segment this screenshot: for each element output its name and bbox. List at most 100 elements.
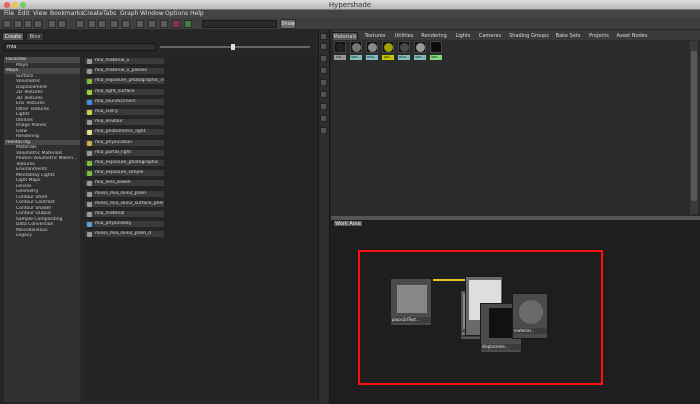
node-type-icon bbox=[87, 181, 92, 187]
menu-window[interactable]: Window bbox=[140, 10, 164, 18]
menu-graph[interactable]: Graph bbox=[120, 10, 138, 18]
material-swatch[interactable] bbox=[366, 41, 378, 53]
node-item[interactable]: mia_portal_light bbox=[84, 148, 165, 157]
graph-tool-button[interactable] bbox=[76, 20, 84, 28]
tree-item[interactable]: Legacy bbox=[4, 233, 80, 239]
clear-graph-button[interactable] bbox=[136, 20, 144, 28]
node-item[interactable]: mia_exposure_simple bbox=[84, 169, 165, 178]
material-swatch[interactable] bbox=[334, 41, 346, 53]
layout-split-button[interactable] bbox=[24, 20, 32, 28]
pin-icon[interactable] bbox=[320, 115, 327, 122]
swatch-label: cla... bbox=[334, 55, 346, 60]
node-item[interactable]: misss_mia_skin2_phen_d bbox=[84, 230, 165, 239]
node-item[interactable]: mia_material_x_passes bbox=[84, 67, 165, 76]
graph-icon[interactable] bbox=[320, 79, 327, 86]
list-view-button[interactable] bbox=[58, 20, 66, 28]
node-item[interactable]: mia_lens_bokeh bbox=[84, 179, 165, 188]
output-connections-button[interactable] bbox=[160, 20, 168, 28]
menu-view[interactable]: View bbox=[33, 10, 47, 18]
material-swatch[interactable] bbox=[414, 41, 426, 53]
tab-textures[interactable]: Textures bbox=[360, 32, 390, 40]
node-type-icon bbox=[87, 110, 92, 115]
layout-stack-button[interactable] bbox=[34, 20, 42, 28]
node-filter-input[interactable]: mia bbox=[4, 43, 156, 51]
node-label: mia_roundcorners bbox=[95, 98, 136, 104]
node-item[interactable]: mia_roundcorners bbox=[84, 97, 165, 106]
sort-icon[interactable] bbox=[320, 33, 327, 40]
menu-options[interactable]: Options bbox=[165, 10, 188, 18]
frame-icon[interactable] bbox=[320, 127, 327, 134]
panel-splitter[interactable] bbox=[318, 30, 330, 404]
tab-rendering[interactable]: Rendering bbox=[418, 32, 450, 40]
window-title: Hypershade bbox=[328, 1, 372, 9]
layout-single-button[interactable] bbox=[14, 20, 22, 28]
node-item[interactable]: mia_light_surface bbox=[84, 87, 165, 96]
tab-asset-nodes[interactable]: Asset Nodes bbox=[615, 32, 649, 40]
material-swatch[interactable] bbox=[430, 41, 442, 53]
menu-file[interactable]: File bbox=[4, 10, 14, 18]
node-item[interactable]: mia_material bbox=[84, 210, 165, 218]
node-item[interactable]: mia_physicalsun bbox=[84, 138, 165, 147]
swatch-icon[interactable] bbox=[320, 103, 327, 110]
node-label: mia_material_x_passes bbox=[95, 68, 148, 74]
tab-projects[interactable]: Projects bbox=[584, 32, 614, 40]
tab-shading-groups[interactable]: Shading Groups bbox=[506, 32, 552, 40]
node-label: mia_material bbox=[95, 211, 125, 216]
node-item[interactable]: misss_mia_skin2_surface_phen bbox=[84, 199, 165, 208]
menu-create[interactable]: Create bbox=[83, 10, 103, 18]
tab-bake-sets[interactable]: Bake Sets bbox=[553, 32, 583, 40]
view-icon[interactable] bbox=[320, 43, 327, 50]
node-item[interactable]: mia_exposure_photographic bbox=[84, 159, 165, 167]
tab-bins[interactable]: Bins bbox=[26, 32, 44, 40]
tab-materials[interactable]: Materials bbox=[332, 32, 358, 40]
node-item[interactable]: mia_envblur bbox=[84, 118, 165, 127]
icon-size-slider[interactable] bbox=[160, 46, 310, 48]
node-label: mia_exposure_photographic bbox=[95, 160, 159, 165]
scrollbar-thumb[interactable] bbox=[691, 51, 697, 201]
node-type-icon bbox=[87, 150, 92, 156]
node-item[interactable]: mia_material_x bbox=[84, 57, 165, 65]
input-connections-button[interactable] bbox=[148, 20, 156, 28]
tab-utilities[interactable]: Utilities bbox=[391, 32, 417, 40]
node-item[interactable]: mia_cielry bbox=[84, 108, 165, 116]
graph-io-button[interactable] bbox=[98, 20, 106, 28]
node-label: mia_exposure_photographic_rev bbox=[95, 78, 165, 84]
node-item[interactable]: mia_photometric_light bbox=[84, 128, 165, 137]
menu-help[interactable]: Help bbox=[190, 10, 204, 18]
grid-view-button[interactable] bbox=[48, 20, 56, 28]
swatch-scrollbar[interactable] bbox=[690, 41, 698, 214]
show-button[interactable]: Show bbox=[280, 19, 296, 29]
material-ball-icon bbox=[384, 43, 393, 52]
tab-cameras[interactable]: Cameras bbox=[476, 32, 504, 40]
menu-tabs[interactable]: Tabs bbox=[103, 10, 116, 18]
node-label: mia_photometric_light bbox=[95, 129, 146, 135]
material-swatch[interactable] bbox=[382, 41, 394, 53]
node-type-icon bbox=[87, 79, 92, 85]
network-icon[interactable] bbox=[184, 20, 192, 28]
node-label: misss_mia_skin2_surface_phen bbox=[95, 200, 165, 206]
menu-bookmarks[interactable]: Bookmarks bbox=[50, 10, 84, 18]
node-item[interactable]: misss_mia_skin2_phen bbox=[84, 189, 165, 198]
render-icon[interactable] bbox=[172, 20, 180, 28]
slider-handle[interactable] bbox=[231, 44, 235, 50]
tab-work-area[interactable]: Work Area bbox=[333, 220, 363, 227]
toggle-panel-button[interactable] bbox=[3, 20, 11, 28]
graph-input-button[interactable] bbox=[88, 20, 96, 28]
rearrange-button[interactable] bbox=[122, 20, 130, 28]
filter-icon[interactable] bbox=[320, 55, 327, 62]
menu-edit[interactable]: Edit bbox=[18, 10, 30, 18]
graph-output-button[interactable] bbox=[110, 20, 118, 28]
node-type-icon bbox=[87, 130, 92, 136]
swatch-label: par... bbox=[382, 55, 394, 60]
toolbar-search-input[interactable] bbox=[202, 20, 277, 28]
node-type-icon bbox=[87, 191, 92, 197]
tab-create[interactable]: Create bbox=[2, 32, 24, 40]
material-swatch[interactable] bbox=[350, 41, 362, 53]
camera-icon[interactable] bbox=[320, 91, 327, 98]
material-ball-icon bbox=[352, 43, 361, 52]
material-swatch[interactable] bbox=[398, 41, 410, 53]
node-item[interactable]: mia_physicalsky bbox=[84, 220, 165, 229]
layout-icon[interactable] bbox=[320, 67, 327, 74]
node-item[interactable]: mia_exposure_photographic_rev bbox=[84, 77, 165, 86]
tab-lights[interactable]: Lights bbox=[452, 32, 474, 40]
